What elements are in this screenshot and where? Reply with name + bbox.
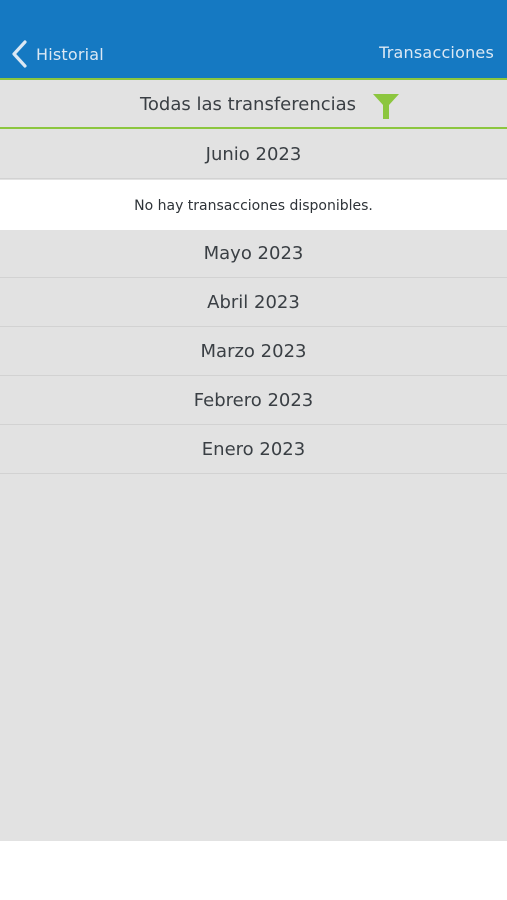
page-title: Transacciones	[379, 43, 494, 62]
month-row-mayo-2023[interactable]: Mayo 2023	[0, 230, 507, 278]
bottom-blank-area	[0, 841, 507, 900]
back-button[interactable]: Historial	[10, 39, 104, 69]
back-label: Historial	[36, 44, 104, 64]
chevron-left-icon	[12, 40, 27, 68]
month-row-marzo-2023[interactable]: Marzo 2023	[0, 328, 507, 376]
nav-header: Historial Transacciones	[0, 0, 507, 78]
month-row-enero-2023[interactable]: Enero 2023	[0, 426, 507, 474]
empty-message: No hay transacciones disponibles.	[0, 180, 507, 230]
transactions-list: Todas las transferencias Junio 2023 No h…	[0, 78, 507, 841]
month-row-junio-2023[interactable]: Junio 2023	[0, 131, 507, 179]
filter-bar[interactable]: Todas las transferencias	[0, 78, 507, 129]
filter-label: Todas las transferencias	[139, 94, 357, 115]
month-row-abril-2023[interactable]: Abril 2023	[0, 279, 507, 327]
transactions-screen: Historial Transacciones Todas las transf…	[0, 0, 507, 900]
funnel-icon[interactable]	[372, 92, 400, 120]
month-row-febrero-2023[interactable]: Febrero 2023	[0, 377, 507, 425]
